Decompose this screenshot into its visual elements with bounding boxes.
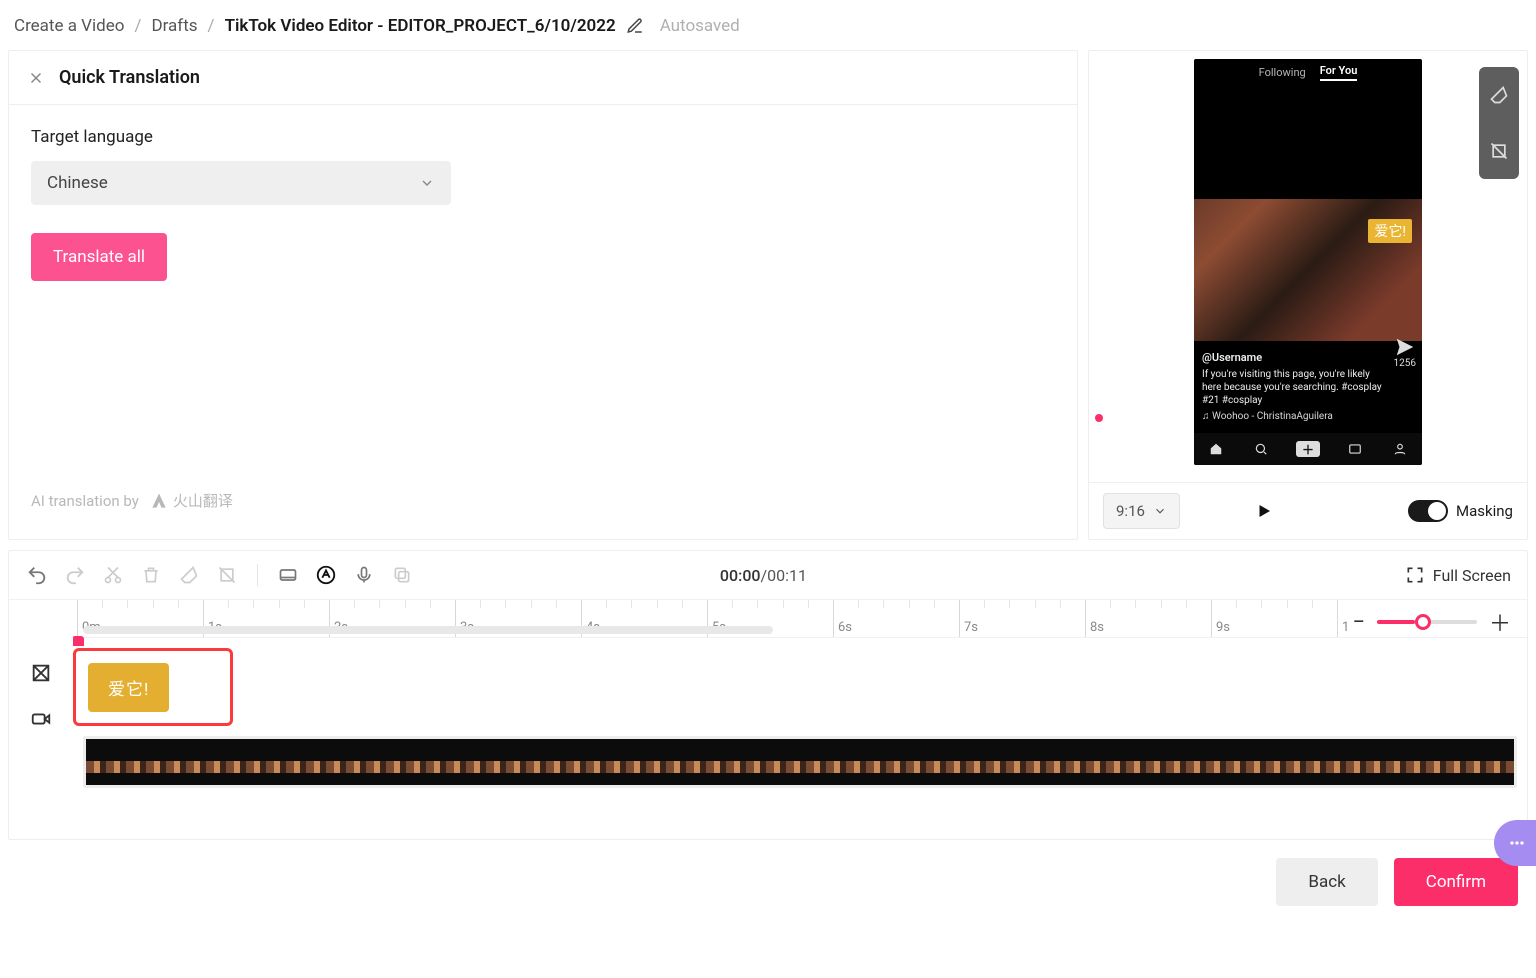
preview-panel: Following For You 爱它! 1256 @Username If …: [1088, 50, 1528, 540]
preview-username[interactable]: @Username: [1202, 351, 1382, 365]
preview-tools: [1479, 67, 1519, 179]
zoom-in-button[interactable]: ＋: [1489, 606, 1511, 638]
crop-icon[interactable]: [1479, 123, 1519, 179]
ruler-tick: 9s: [1211, 600, 1212, 637]
autosaved-label: Autosaved: [660, 16, 740, 36]
text-clip-label: 爱它!: [88, 663, 169, 712]
video-clip[interactable]: [83, 736, 1517, 788]
fullscreen-button[interactable]: Full Screen: [1405, 565, 1511, 585]
zoom-slider[interactable]: [1377, 620, 1477, 624]
ruler-tick-label: 9s: [1216, 620, 1230, 635]
eraser-tool-icon[interactable]: [177, 563, 201, 587]
attribution-text: AI translation by: [31, 492, 139, 510]
zoom-out-button[interactable]: −: [1352, 610, 1365, 635]
aspect-ratio-select[interactable]: 9:16: [1103, 493, 1180, 529]
translate-all-button[interactable]: Translate all: [31, 233, 167, 281]
inbox-icon[interactable]: [1346, 440, 1364, 458]
edit-title-icon[interactable]: [626, 17, 644, 35]
search-icon[interactable]: [1252, 440, 1270, 458]
ruler-tick: 6s: [833, 600, 834, 637]
crop-tool-icon[interactable]: [215, 563, 239, 587]
auto-caption-icon[interactable]: [314, 563, 338, 587]
home-icon[interactable]: [1207, 440, 1225, 458]
breadcrumb-sep: /: [134, 16, 141, 36]
target-language-value: Chinese: [47, 173, 108, 193]
masking-label: Masking: [1456, 502, 1513, 520]
ruler-tick: 1: [1337, 600, 1338, 637]
play-button[interactable]: [1255, 502, 1273, 520]
masking-toggle[interactable]: [1408, 500, 1448, 522]
target-language-select[interactable]: Chinese: [31, 161, 451, 205]
breadcrumb-root[interactable]: Create a Video: [14, 16, 124, 36]
preview-audio[interactable]: ♫ Woohoo - ChristinaAguilera: [1202, 410, 1382, 423]
timeline: 00:00/00:11 Full Screen 0m1s2s3s4s5s6s7s…: [8, 550, 1528, 840]
ruler-tick-label: 6s: [838, 620, 852, 635]
confirm-button[interactable]: Confirm: [1394, 858, 1518, 906]
eraser-icon[interactable]: [1479, 67, 1519, 123]
copy-icon[interactable]: [390, 563, 414, 587]
delete-icon[interactable]: [139, 563, 163, 587]
aspect-ratio-value: 9:16: [1116, 502, 1145, 520]
text-clip-selected[interactable]: 爱它!: [73, 648, 233, 726]
volcano-translate-logo: 火山翻译: [149, 490, 233, 511]
breadcrumb-current: TikTok Video Editor - EDITOR_PROJECT_6/1…: [225, 16, 616, 36]
fullscreen-label: Full Screen: [1433, 566, 1511, 585]
video-track-icon[interactable]: [30, 708, 52, 730]
chevron-down-icon: [1153, 504, 1167, 518]
ruler-tick-label: 1: [1342, 620, 1349, 635]
caption-icon[interactable]: [276, 563, 300, 587]
target-language-label: Target language: [31, 127, 1055, 147]
ruler-tick: 8s: [1085, 600, 1086, 637]
share-button[interactable]: 1256: [1394, 336, 1416, 369]
attribution: AI translation by 火山翻译: [31, 480, 1055, 529]
undo-icon[interactable]: [25, 563, 49, 587]
back-button[interactable]: Back: [1276, 858, 1377, 906]
subtitle-overlay[interactable]: 爱它!: [1368, 219, 1412, 243]
close-icon[interactable]: [27, 69, 45, 87]
text-track-icon[interactable]: [30, 662, 52, 684]
tab-for-you[interactable]: For You: [1320, 64, 1358, 81]
profile-icon[interactable]: [1391, 440, 1409, 458]
cut-icon[interactable]: [101, 563, 125, 587]
translation-panel: Quick Translation Target language Chines…: [8, 50, 1078, 540]
ruler-tick: 0m: [77, 600, 78, 637]
breadcrumb-sep: /: [208, 16, 215, 36]
voiceover-icon[interactable]: [352, 563, 376, 587]
chevron-down-icon: [419, 175, 435, 191]
create-icon[interactable]: ＋: [1296, 441, 1320, 457]
tab-following[interactable]: Following: [1259, 66, 1306, 79]
time-current: 00:00: [720, 566, 761, 585]
breadcrumb: Create a Video / Drafts / TikTok Video E…: [8, 8, 1528, 50]
ruler-tick-label: 7s: [964, 620, 978, 635]
redo-icon[interactable]: [63, 563, 87, 587]
support-chat-button[interactable]: [1494, 820, 1536, 866]
time-total: 00:11: [767, 566, 807, 585]
time-display: 00:00/00:11: [720, 566, 807, 585]
breadcrumb-drafts[interactable]: Drafts: [151, 16, 197, 36]
phone-preview: Following For You 爱它! 1256 @Username If …: [1194, 59, 1422, 465]
ruler-tick-label: 8s: [1090, 620, 1104, 635]
record-indicator: [1095, 414, 1103, 422]
panel-title: Quick Translation: [59, 67, 200, 88]
share-count: 1256: [1394, 358, 1416, 369]
toolbar-separator: [257, 564, 258, 586]
timeline-scrollbar[interactable]: [83, 626, 773, 634]
ruler-tick: 7s: [959, 600, 960, 637]
preview-caption: If you're visiting this page, you're lik…: [1202, 368, 1382, 407]
